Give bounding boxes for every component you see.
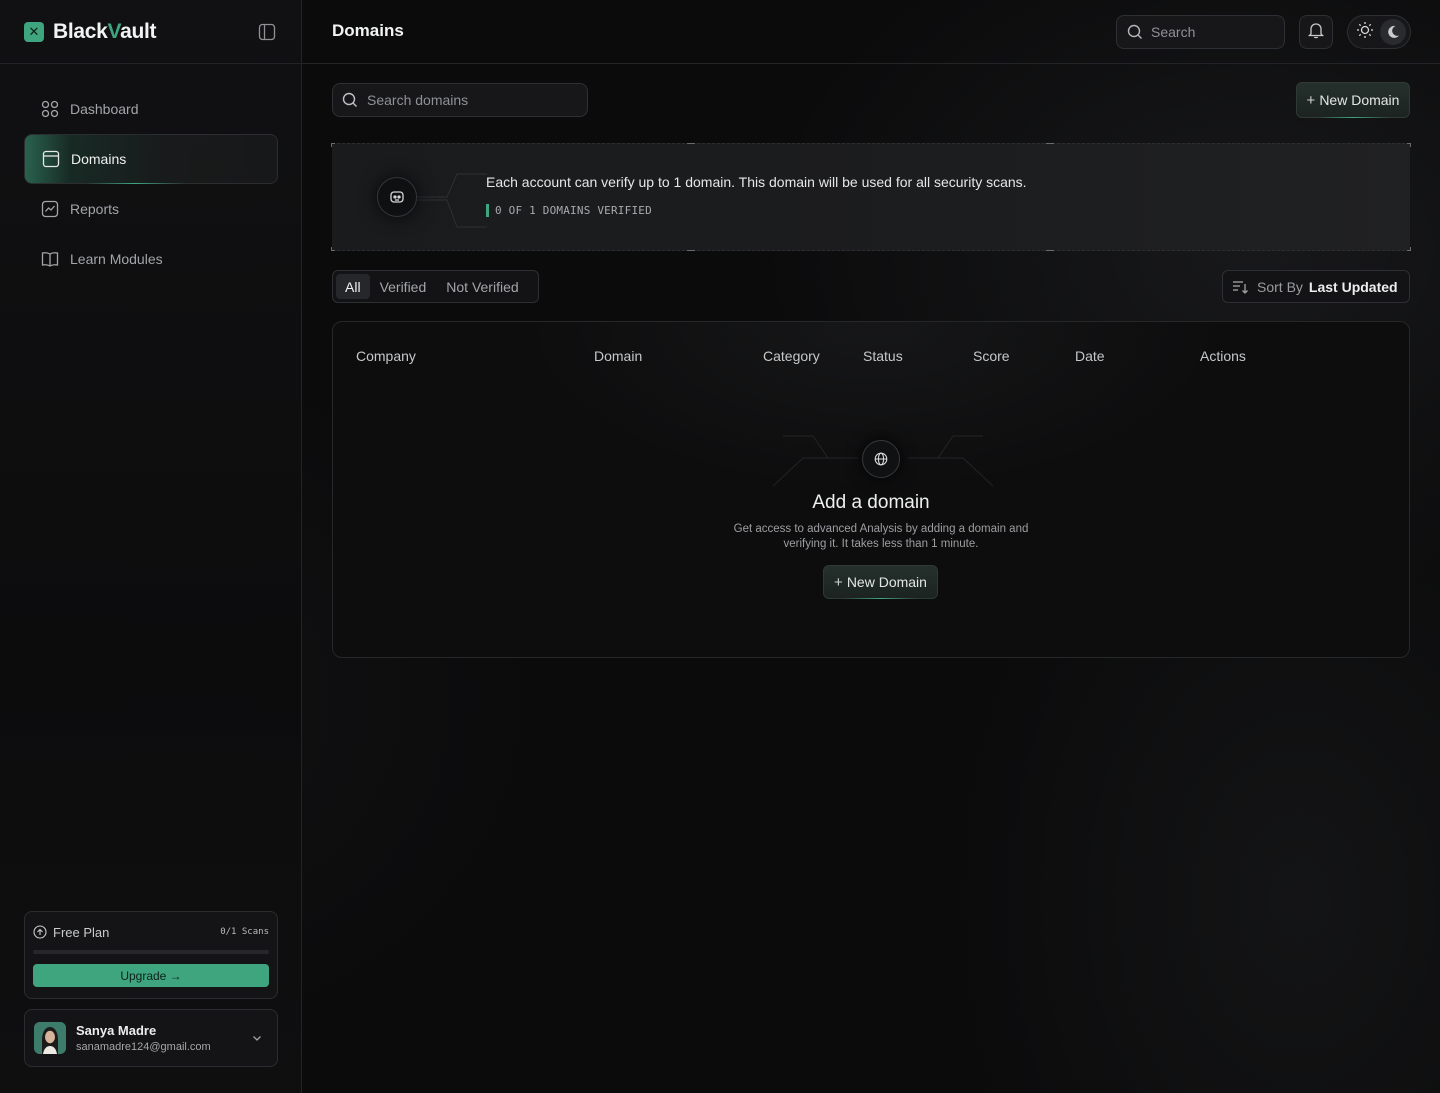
book-open-icon xyxy=(40,249,60,269)
column-score: Score xyxy=(973,348,1010,364)
globe-icon xyxy=(862,440,900,478)
sidebar-item-learn-modules[interactable]: Learn Modules xyxy=(24,234,278,284)
sidebar-item-label: Reports xyxy=(70,201,120,217)
tab-all[interactable]: All xyxy=(336,274,370,299)
robot-icon xyxy=(377,177,417,217)
column-actions: Actions xyxy=(1200,348,1246,364)
search-icon xyxy=(342,92,358,108)
empty-state-description: Get access to advanced Analysis by addin… xyxy=(733,523,1029,550)
filter-tabs: All Verified Not Verified xyxy=(332,270,539,303)
column-date: Date xyxy=(1075,348,1105,364)
user-email: sanamadre124@gmail.com xyxy=(76,1041,211,1053)
plan-name: Free Plan xyxy=(53,924,110,940)
verification-status: 0 OF 1 DOMAINS VERIFIED xyxy=(486,204,652,217)
avatar xyxy=(34,1022,66,1054)
tab-verified[interactable]: Verified xyxy=(370,274,437,299)
chevron-down-icon[interactable] xyxy=(251,1032,263,1044)
sort-value: Last Updated xyxy=(1308,278,1398,295)
empty-state-new-domain-button[interactable]: + New Domain xyxy=(823,565,938,599)
browser-window-icon xyxy=(41,149,61,169)
sidebar-item-domains[interactable]: Domains xyxy=(24,134,278,184)
theme-toggle[interactable] xyxy=(1347,15,1411,49)
page-title: Domains xyxy=(332,21,404,40)
sidebar-item-label: Dashboard xyxy=(70,101,139,117)
search-placeholder: Search xyxy=(1151,24,1196,40)
sort-button[interactable]: Sort By Last Updated xyxy=(1222,270,1410,303)
notifications-button[interactable] xyxy=(1299,15,1333,49)
sort-icon xyxy=(1231,278,1249,296)
user-menu[interactable]: Sanya Madre sanamadre124@gmail.com xyxy=(24,1009,278,1067)
user-name: Sanya Madre xyxy=(76,1023,157,1038)
search-icon xyxy=(1127,24,1143,40)
app-name: BlackVault xyxy=(53,19,157,43)
upgrade-button[interactable]: Upgrade → xyxy=(33,964,269,987)
top-bar: Domains Search xyxy=(302,0,1440,64)
arrow-up-circle-icon xyxy=(33,925,47,939)
domain-search-input[interactable]: Search domains xyxy=(332,83,588,117)
sun-icon[interactable] xyxy=(1356,21,1374,44)
plus-icon: + xyxy=(834,573,843,591)
empty-state-button-label: New Domain xyxy=(846,574,927,590)
brand: ✕ BlackVault xyxy=(0,0,301,64)
plus-icon: + xyxy=(1306,91,1316,109)
new-domain-button[interactable]: + New Domain xyxy=(1296,82,1410,118)
column-status: Status xyxy=(863,348,903,364)
bell-icon xyxy=(1307,21,1325,44)
sidebar-nav: Dashboard Domains Reports Learn Modules xyxy=(24,84,278,284)
verification-banner: Each account can verify up to 1 domain. … xyxy=(331,143,1411,251)
sidebar-toggle-icon[interactable] xyxy=(257,22,277,42)
domains-table: Company Domain Category Status Score Dat… xyxy=(332,321,1410,658)
global-search-input[interactable]: Search xyxy=(1116,15,1285,49)
new-domain-label: New Domain xyxy=(1319,92,1400,108)
grid-icon xyxy=(40,99,60,119)
moon-icon[interactable] xyxy=(1380,19,1406,45)
column-category: Category xyxy=(763,348,820,364)
tab-not-verified[interactable]: Not Verified xyxy=(436,274,528,299)
chart-line-icon xyxy=(40,199,60,219)
logo-icon: ✕ xyxy=(24,21,44,42)
sidebar-item-reports[interactable]: Reports xyxy=(24,184,278,234)
plan-scans: 0/1 Scans xyxy=(220,927,269,937)
sort-label: Sort By xyxy=(1257,278,1303,295)
sidebar: ✕ BlackVault Dashboard Domains Reports L… xyxy=(0,0,302,1093)
sidebar-item-dashboard[interactable]: Dashboard xyxy=(24,84,278,134)
banner-message: Each account can verify up to 1 domain. … xyxy=(486,174,1027,190)
column-domain: Domain xyxy=(594,348,643,364)
empty-state-title: Add a domain xyxy=(812,492,930,513)
column-company: Company xyxy=(356,348,416,364)
plan-progress-bar xyxy=(33,950,269,954)
sidebar-item-label: Learn Modules xyxy=(70,251,163,267)
domain-search-placeholder: Search domains xyxy=(367,92,469,108)
sidebar-item-label: Domains xyxy=(71,151,127,167)
plan-card: Free Plan 0/1 Scans Upgrade → xyxy=(24,911,278,999)
